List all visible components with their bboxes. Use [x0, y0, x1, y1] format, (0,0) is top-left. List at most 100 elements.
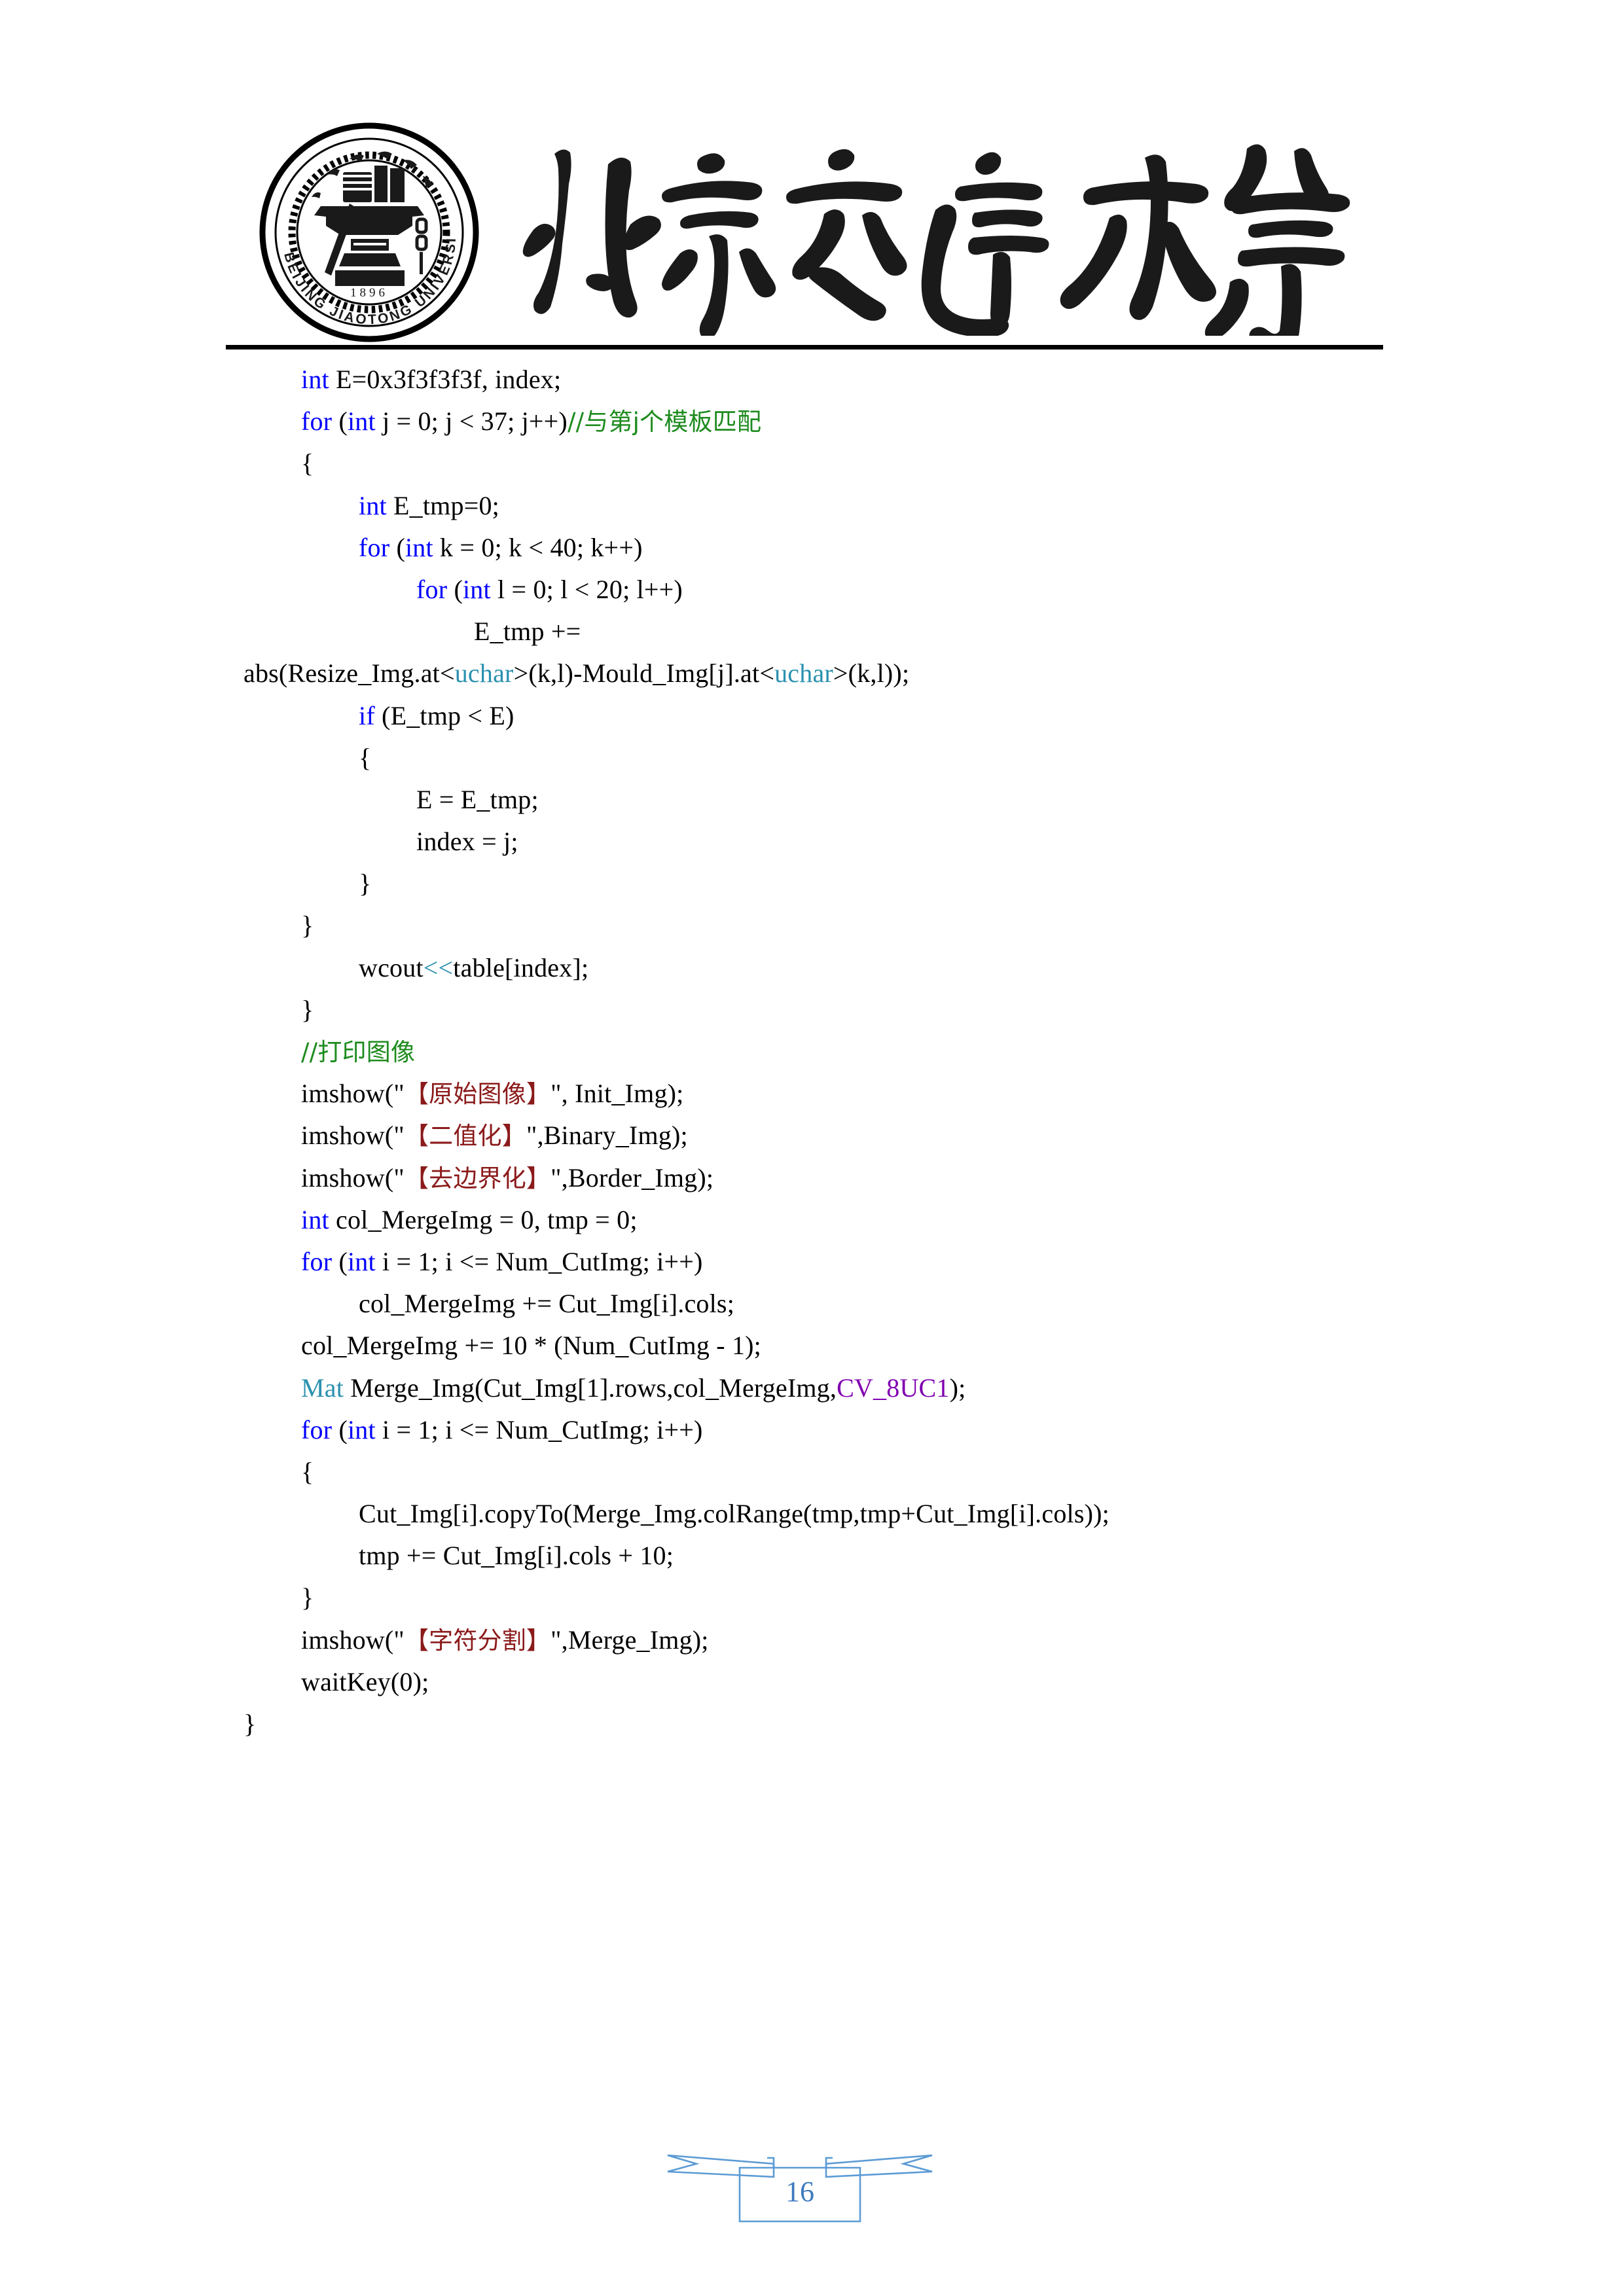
code-token: col_MergeImg = 0, tmp = 0; — [329, 1204, 638, 1234]
code-token: for — [416, 574, 448, 604]
code-line: Cut_Img[i].copyTo(Merge_Img.colRange(tmp… — [244, 1493, 1487, 1535]
code-line: } — [244, 1577, 1487, 1619]
code-line: imshow("【原始图像】", Init_Img); — [244, 1073, 1487, 1115]
header-divider-rule — [226, 345, 1383, 350]
document-header: 1896 BEIJING JIAOTONG UNIVERSITY — [244, 115, 1382, 347]
code-token: E_tmp += — [474, 617, 581, 647]
code-token: for — [301, 406, 333, 437]
code-token: ",Merge_Img); — [550, 1624, 709, 1655]
code-token: ",Binary_Img); — [526, 1121, 688, 1151]
code-line: col_MergeImg += 10 * (Num_CutImg - 1); — [244, 1325, 1487, 1367]
code-token: { — [301, 448, 314, 478]
code-line: Mat Merge_Img(Cut_Img[1].rows,col_MergeI… — [244, 1367, 1487, 1409]
code-token: waitKey(0); — [301, 1666, 429, 1696]
code-token: ( — [332, 1246, 348, 1276]
code-token: for — [359, 532, 390, 562]
code-token: int — [462, 574, 491, 604]
code-token: tmp += Cut_Img[i].cols + 10; — [359, 1541, 674, 1571]
code-line: col_MergeImg += Cut_Img[i].cols; — [244, 1283, 1487, 1325]
code-token: for — [301, 1414, 333, 1444]
code-token: wcout — [359, 952, 424, 982]
code-token: imshow(" — [301, 1624, 405, 1655]
code-token: int — [347, 406, 376, 437]
code-token: Mat — [301, 1372, 344, 1403]
code-line: for (int k = 0; k < 40; k++) — [244, 527, 1487, 569]
code-token: >(k,l)); — [833, 658, 910, 689]
code-line: for (int l = 0; l < 20; l++) — [244, 569, 1487, 611]
code-line: int E_tmp=0; — [244, 485, 1487, 527]
code-token: ( — [332, 406, 348, 437]
code-token: i = 1; i <= Num_CutImg; i++) — [375, 1246, 703, 1276]
university-name-calligraphy — [515, 126, 1379, 336]
code-token: 【二值化】 — [404, 1122, 526, 1151]
code-token: int — [347, 1414, 376, 1444]
code-line: } — [244, 1703, 1487, 1745]
code-line: tmp += Cut_Img[i].cols + 10; — [244, 1535, 1487, 1577]
code-line: for (int i = 1; i <= Num_CutImg; i++) — [244, 1409, 1487, 1451]
code-token: Merge_Img(Cut_Img[1].rows,col_MergeImg, — [344, 1372, 837, 1403]
code-line: E_tmp += — [244, 611, 1487, 653]
code-token: { — [359, 742, 372, 772]
code-token: index = j; — [416, 827, 518, 857]
code-token: 【去边界化】 — [404, 1164, 551, 1193]
code-token: 【原始图像】 — [404, 1080, 551, 1109]
seal-year: 1896 — [350, 286, 388, 300]
code-token: } — [301, 910, 314, 941]
code-token: table[index]; — [453, 952, 589, 982]
code-token: j = 0; j < 37; j++) — [375, 406, 568, 437]
code-token: i = 1; i <= Num_CutImg; i++) — [375, 1414, 703, 1444]
code-token: k = 0; k < 40; k++) — [433, 532, 643, 562]
code-token: CV_8UC1 — [837, 1372, 950, 1403]
code-token: ); — [949, 1372, 966, 1403]
code-line: } — [244, 905, 1487, 946]
code-line: abs(Resize_Img.at<uchar>(k,l)-Mould_Img[… — [244, 653, 1487, 694]
code-token: int — [359, 490, 387, 520]
code-token: //打印图像 — [301, 1038, 416, 1066]
code-token: } — [301, 1583, 314, 1613]
code-line: imshow("【去边界化】",Border_Img); — [244, 1157, 1487, 1199]
code-line: E = E_tmp; — [244, 779, 1487, 821]
code-token: int — [347, 1246, 376, 1276]
code-token: ( — [389, 532, 405, 562]
code-token: if — [359, 700, 375, 730]
code-token: for — [301, 1246, 333, 1276]
code-token: uchar — [454, 658, 514, 689]
university-seal-logo: 1896 BEIJING JIAOTONG UNIVERSITY — [258, 121, 480, 344]
code-line: wcout<<table[index]; — [244, 947, 1487, 989]
code-line: } — [244, 863, 1487, 905]
code-token: int — [301, 365, 329, 394]
code-line: { — [244, 1451, 1487, 1493]
code-token: Cut_Img[i].copyTo(Merge_Img.colRange(tmp… — [359, 1499, 1110, 1529]
code-line: int E=0x3f3f3f3f, index; — [244, 359, 1487, 401]
code-token: imshow(" — [301, 1079, 405, 1109]
code-token: { — [301, 1456, 314, 1486]
code-listing: int E=0x3f3f3f3f, index; for (int j = 0; … — [244, 359, 1487, 1745]
code-line: index = j; — [244, 821, 1487, 863]
code-token: } — [301, 994, 314, 1024]
code-token: int — [301, 1204, 329, 1234]
code-token: } — [244, 1709, 257, 1738]
code-token: int — [405, 532, 433, 562]
code-line: for (int i = 1; i <= Num_CutImg; i++) — [244, 1241, 1487, 1283]
code-token: col_MergeImg += 10 * (Num_CutImg - 1); — [301, 1331, 761, 1361]
code-line: imshow("【字符分割】",Merge_Img); — [244, 1619, 1487, 1661]
code-token: 【字符分割】 — [404, 1626, 551, 1655]
code-token: ", Init_Img); — [550, 1079, 684, 1109]
code-line: for (int j = 0; j < 37; j++)//与第j个模板匹配 — [244, 401, 1487, 442]
code-line: imshow("【二值化】",Binary_Img); — [244, 1115, 1487, 1157]
code-token: E_tmp=0; — [386, 490, 499, 520]
page-footer-ribbon: 16 — [662, 2142, 937, 2227]
code-token: E = E_tmp; — [416, 784, 539, 814]
code-token: imshow(" — [301, 1162, 405, 1193]
code-token: (E_tmp < E) — [374, 700, 514, 730]
code-line: //打印图像 — [244, 1031, 1487, 1073]
code-token: << — [423, 952, 454, 982]
code-token: ( — [332, 1414, 348, 1444]
code-line: int col_MergeImg = 0, tmp = 0; — [244, 1199, 1487, 1241]
page-number: 16 — [785, 2175, 814, 2208]
code-token: l = 0; l < 20; l++) — [490, 574, 683, 604]
code-token: abs(Resize_Img.at< — [244, 658, 455, 689]
code-token: >(k,l)-Mould_Img[j].at< — [513, 658, 775, 689]
code-line: { — [244, 737, 1487, 779]
code-token: uchar — [774, 658, 833, 689]
